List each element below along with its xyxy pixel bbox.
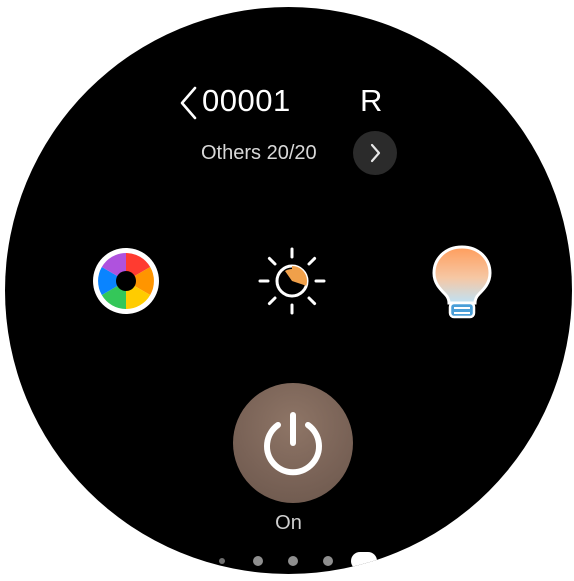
device-title: 00001 bbox=[202, 83, 291, 118]
group-label: Others 20/20 bbox=[201, 142, 317, 164]
page-dot-4 bbox=[323, 556, 333, 566]
color-wheel-button[interactable] bbox=[90, 245, 162, 317]
brightness-button[interactable] bbox=[256, 245, 328, 317]
power-state-label: On bbox=[275, 512, 302, 534]
group-next-button[interactable] bbox=[353, 131, 397, 175]
color-temperature-button[interactable] bbox=[426, 243, 498, 319]
brightness-icon bbox=[258, 247, 326, 315]
title-bar: 00001 R bbox=[5, 81, 572, 123]
back-button[interactable] bbox=[173, 83, 205, 123]
page-dot-1 bbox=[219, 558, 225, 564]
color-temperature-bulb-icon bbox=[432, 245, 492, 319]
page-dot-3 bbox=[288, 556, 298, 566]
group-row: Others 20/20 bbox=[5, 131, 572, 175]
page-dot-5-active bbox=[351, 552, 377, 570]
chevron-right-icon bbox=[370, 143, 381, 163]
power-icon bbox=[264, 412, 322, 476]
page-dot-2 bbox=[253, 556, 263, 566]
page-indicator bbox=[5, 551, 572, 571]
color-wheel-icon bbox=[93, 248, 159, 314]
watch-screen: 00001 R Others 20/20 On bbox=[5, 7, 572, 574]
power-button[interactable] bbox=[233, 383, 353, 503]
device-title-overflow: R bbox=[360, 83, 382, 118]
chevron-left-icon bbox=[180, 86, 197, 120]
